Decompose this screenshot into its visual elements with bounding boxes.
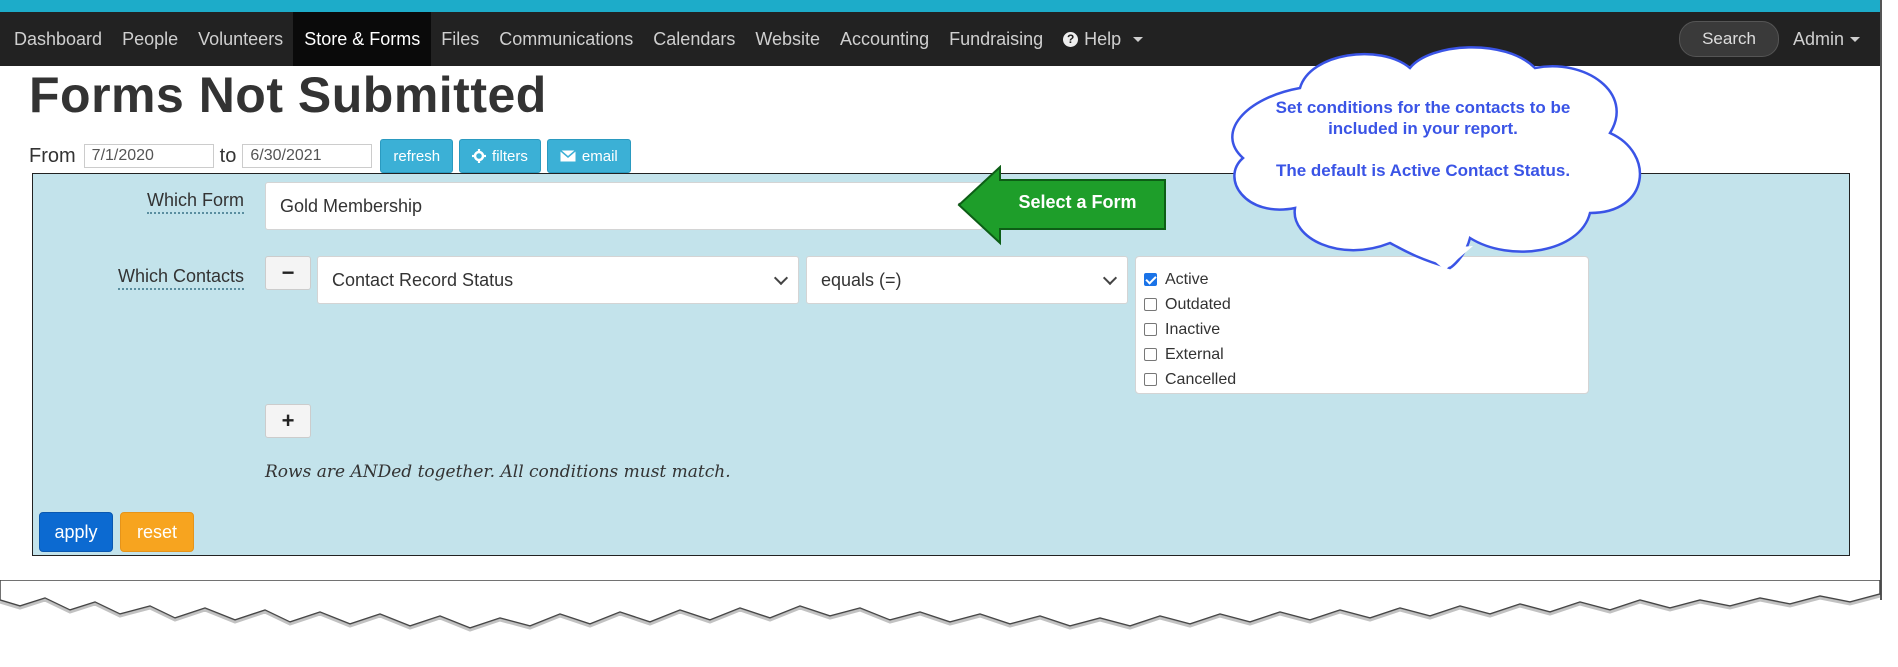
cloud-text-line1: Set conditions for the contacts to be in… (1275, 98, 1571, 138)
status-label: Inactive (1165, 320, 1221, 338)
form-select-value: Gold Membership (280, 195, 423, 216)
nav-website[interactable]: Website (745, 12, 830, 66)
admin-menu[interactable]: Admin (1793, 29, 1860, 50)
reset-button[interactable]: reset (120, 512, 194, 552)
field-select[interactable]: Contact Record Status (317, 256, 799, 304)
torn-edge (0, 580, 1881, 632)
from-date-input[interactable] (83, 144, 214, 168)
conditions-note: Rows are ANDed together. All conditions … (265, 462, 731, 482)
email-button[interactable]: email (546, 139, 631, 173)
status-label: Outdated (1165, 295, 1231, 313)
page-title: Forms Not Submitted (29, 67, 547, 123)
from-label: From (29, 144, 76, 167)
nav-accounting[interactable]: Accounting (830, 12, 939, 66)
status-label: Cancelled (1165, 370, 1237, 388)
status-option-inactive[interactable]: Inactive (1136, 317, 1588, 342)
field-select-value: Contact Record Status (332, 269, 514, 290)
caret-down-icon (1850, 37, 1860, 43)
refresh-button[interactable]: refresh (380, 139, 454, 173)
checkbox[interactable] (1144, 373, 1157, 386)
filters-label: filters (492, 147, 528, 165)
caret-down-icon (1133, 36, 1144, 42)
nav-help[interactable]: ? Help (1053, 12, 1153, 66)
operator-select-value: equals (=) (821, 269, 902, 290)
status-label: Active (1165, 270, 1209, 288)
checkbox-checked[interactable] (1144, 273, 1157, 286)
status-option-outdated[interactable]: Outdated (1136, 292, 1588, 317)
checkbox[interactable] (1144, 323, 1157, 336)
to-date-input[interactable] (242, 144, 373, 168)
nav-files[interactable]: Files (431, 12, 489, 66)
question-circle-icon: ? (1063, 31, 1079, 47)
chevron-down-icon (773, 270, 789, 286)
cloud-text-line2: The default is Active Contact Status. (1275, 161, 1571, 180)
envelope-icon (559, 150, 576, 162)
top-accent-line (0, 0, 1880, 12)
checkbox[interactable] (1144, 298, 1157, 311)
nav-communications[interactable]: Communications (489, 12, 643, 66)
to-label: to (219, 144, 237, 167)
operator-select[interactable]: equals (=) (806, 256, 1128, 304)
gear-icon (472, 149, 487, 163)
nav-fundraising[interactable]: Fundraising (939, 12, 1053, 66)
form-select[interactable]: Gold Membership (265, 182, 983, 230)
checkbox[interactable] (1144, 348, 1157, 361)
nav-help-label: Help (1084, 29, 1122, 49)
status-option-external[interactable]: External (1136, 342, 1588, 367)
filters-button[interactable]: filters (459, 139, 541, 173)
nav-volunteers[interactable]: Volunteers (188, 12, 293, 66)
which-contacts-label: Which Contacts (118, 266, 245, 290)
remove-condition-button[interactable]: − (265, 256, 311, 290)
nav-people[interactable]: People (112, 12, 188, 66)
search-button[interactable]: Search (1679, 21, 1779, 57)
admin-label: Admin (1792, 28, 1844, 49)
which-form-label: Which Form (147, 190, 245, 214)
status-option-cancelled[interactable]: Cancelled (1136, 367, 1588, 392)
select-form-callout-text: Select a Form (1018, 191, 1137, 212)
apply-button[interactable]: apply (39, 512, 113, 552)
nav-dashboard[interactable]: Dashboard (0, 12, 112, 66)
cloud-callout-text: Set conditions for the contacts to be in… (1248, 97, 1598, 181)
nav-store-forms[interactable]: Store & Forms (293, 12, 432, 66)
chevron-down-icon (1102, 270, 1118, 286)
date-range-row: From to refresh filters email (29, 139, 637, 173)
nav-calendars[interactable]: Calendars (643, 12, 745, 66)
add-condition-button[interactable]: + (265, 404, 311, 438)
status-label: External (1165, 345, 1224, 363)
email-label: email (581, 147, 618, 165)
